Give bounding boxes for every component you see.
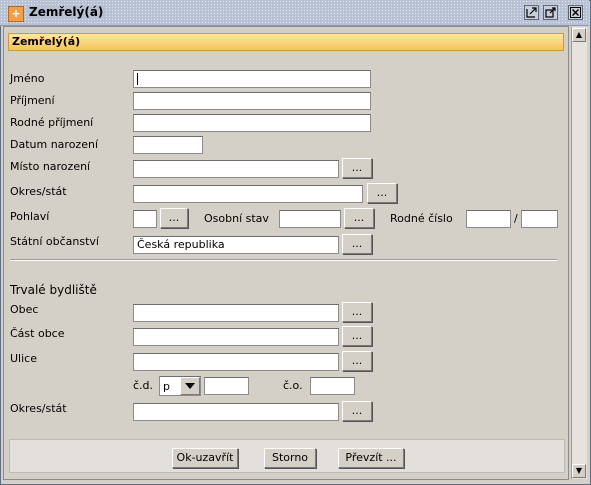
storno-button[interactable]: Storno — [264, 448, 316, 468]
okres-stat-label: Okres/stát — [10, 185, 67, 198]
trvale-bydliste-heading: Trvalé bydliště — [10, 283, 97, 297]
prijmeni-label: Příjmení — [10, 94, 55, 107]
rodne-cislo-separator: / — [514, 212, 518, 225]
cd-number-input[interactable] — [204, 377, 249, 395]
maximize-icon[interactable] — [543, 5, 558, 20]
co-label: č.o. — [283, 379, 303, 392]
statni-obcanstvi-input[interactable]: Česká republika — [133, 236, 339, 254]
rodne-prijmeni-label: Rodné příjmení — [10, 116, 94, 129]
address-okres-stat-input[interactable] — [133, 403, 339, 421]
cd-type-select[interactable]: p — [159, 376, 201, 396]
obec-lookup-button[interactable]: ... — [342, 302, 372, 322]
ulice-input[interactable] — [133, 353, 339, 371]
rodne-cislo-prefix-input[interactable] — [466, 210, 511, 228]
statni-obcanstvi-label: Státní občanství — [10, 235, 99, 248]
section-divider — [10, 259, 557, 261]
obec-input[interactable] — [133, 304, 339, 322]
rodne-prijmeni-input[interactable] — [133, 114, 371, 132]
ulice-label: Ulice — [10, 352, 37, 365]
prevzit-button[interactable]: Převzít ... — [338, 448, 404, 468]
pohlavi-label: Pohlaví — [10, 210, 50, 223]
datum-narozeni-input[interactable] — [133, 136, 203, 154]
pohlavi-input[interactable] — [133, 210, 157, 228]
cast-obce-input[interactable] — [133, 328, 339, 346]
okres-stat-input[interactable] — [133, 185, 363, 203]
ulice-lookup-button[interactable]: ... — [342, 351, 372, 371]
osobni-stav-input[interactable] — [279, 210, 341, 228]
misto-narozeni-input[interactable] — [133, 160, 339, 178]
rodne-cislo-suffix-input[interactable] — [521, 210, 558, 228]
statni-obcanstvi-lookup-button[interactable]: ... — [342, 234, 372, 254]
chevron-down-icon[interactable] — [180, 377, 200, 395]
address-okres-stat-label: Okres/stát — [10, 402, 67, 415]
obec-label: Obec — [10, 303, 39, 316]
vertical-scrollbar[interactable] — [571, 27, 587, 479]
osobni-stav-label: Osobní stav — [204, 212, 269, 225]
co-number-input[interactable] — [310, 377, 355, 395]
jmeno-input[interactable] — [133, 70, 371, 88]
scroll-down-icon[interactable]: ▼ — [572, 464, 586, 478]
rodne-cislo-label: Rodné číslo — [390, 212, 453, 225]
pohlavi-lookup-button[interactable]: ... — [160, 208, 188, 228]
cast-obce-label: Část obce — [10, 327, 65, 340]
datum-narozeni-label: Datum narození — [10, 138, 98, 151]
osobni-stav-lookup-button[interactable]: ... — [344, 208, 374, 228]
cd-type-value: p — [163, 380, 170, 393]
misto-narozeni-label: Místo narození — [10, 160, 91, 173]
cd-label: č.d. — [133, 379, 154, 392]
close-icon[interactable] — [568, 5, 583, 20]
prijmeni-input[interactable] — [133, 92, 371, 110]
text-caret — [137, 73, 138, 85]
address-okres-stat-lookup-button[interactable]: ... — [342, 401, 372, 421]
ok-close-button[interactable]: Ok-uzavřít — [172, 448, 238, 468]
jmeno-label: Jméno — [10, 72, 45, 85]
misto-narozeni-lookup-button[interactable]: ... — [342, 158, 372, 178]
plus-icon: + — [8, 6, 24, 22]
okres-stat-lookup-button[interactable]: ... — [367, 183, 397, 203]
cast-obce-lookup-button[interactable]: ... — [342, 326, 372, 346]
window-title: Zemřelý(á) — [28, 5, 107, 19]
section-header: Zemřelý(á) — [8, 33, 564, 51]
scroll-up-icon[interactable]: ▲ — [572, 28, 586, 42]
restore-icon[interactable] — [524, 5, 539, 20]
